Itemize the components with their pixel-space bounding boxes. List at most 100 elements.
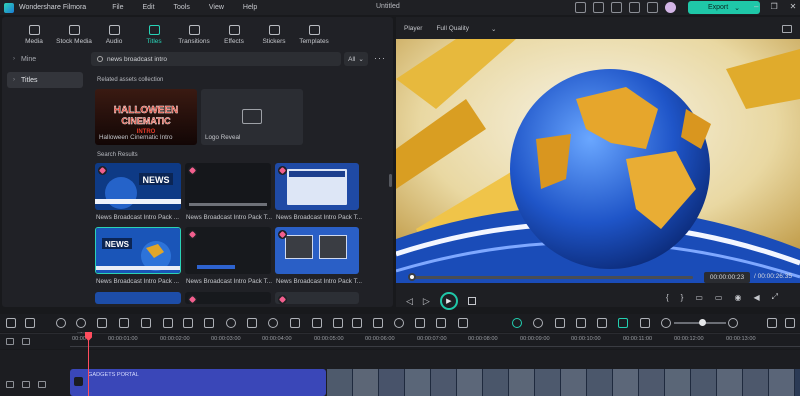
result-card-6[interactable] xyxy=(275,227,359,274)
library-scrollbar[interactable] xyxy=(389,174,392,187)
tab-audio[interactable]: Audio xyxy=(94,19,134,47)
result-card-3[interactable] xyxy=(275,163,359,210)
split-icon[interactable] xyxy=(436,318,446,328)
menu-tools[interactable]: Tools xyxy=(174,4,190,11)
tab-templates[interactable]: Templates xyxy=(294,19,334,47)
minimize-icon[interactable]: – xyxy=(754,2,758,11)
zoom-out-icon[interactable] xyxy=(661,318,671,328)
tab-titles[interactable]: Titles xyxy=(134,19,174,47)
tab-transitions[interactable]: Transitions xyxy=(174,19,214,47)
zoom-in-icon[interactable] xyxy=(728,318,738,328)
fullscreen-icon[interactable]: ⤢ xyxy=(772,292,778,302)
microphone-icon[interactable] xyxy=(576,318,586,328)
zoom-slider-handle[interactable] xyxy=(699,319,706,326)
result-card-1[interactable]: NEWS xyxy=(95,163,181,210)
image-placeholder-icon xyxy=(242,109,262,124)
related-card-halloween[interactable]: HALLOWEEN CINEMATIC INTRO Halloween Cine… xyxy=(95,89,197,145)
menu-file[interactable]: File xyxy=(112,4,123,11)
related-card-logo-reveal[interactable]: Logo Reveal xyxy=(201,89,303,145)
mark-out-icon[interactable]: } xyxy=(681,293,684,302)
playback-progress-handle[interactable] xyxy=(408,273,416,281)
fit-icon[interactable] xyxy=(312,318,322,328)
speed-icon[interactable] xyxy=(268,318,278,328)
tab-effects[interactable]: Effects xyxy=(214,19,254,47)
menu-help[interactable]: Help xyxy=(243,4,257,11)
select-arrow-icon[interactable] xyxy=(25,318,35,328)
delete-icon[interactable] xyxy=(97,318,107,328)
stabilize-icon[interactable] xyxy=(352,318,362,328)
mark-in-icon[interactable]: { xyxy=(666,293,669,302)
grid-view-icon[interactable] xyxy=(767,318,777,328)
text-icon[interactable] xyxy=(183,318,193,328)
render-icon[interactable] xyxy=(415,318,425,328)
tab-stock-media[interactable]: Stock Media xyxy=(54,19,94,47)
ai-icon[interactable] xyxy=(373,318,383,328)
tab-stickers[interactable]: Stickers xyxy=(254,19,294,47)
shield-icon[interactable] xyxy=(555,318,565,328)
close-icon[interactable]: ✕ xyxy=(790,2,797,11)
result-card-8[interactable] xyxy=(185,292,271,304)
sidebar-item-mine[interactable]: › Mine xyxy=(7,51,83,67)
keyframe-icon[interactable] xyxy=(333,318,343,328)
snap-icon[interactable] xyxy=(618,318,628,328)
eye-icon[interactable] xyxy=(38,381,46,388)
auto-ripple-icon[interactable] xyxy=(512,318,522,328)
cloud-icon[interactable] xyxy=(611,2,622,13)
export-button[interactable]: Export ⌄ xyxy=(688,1,760,14)
result-card-5[interactable] xyxy=(185,227,271,274)
menu-edit[interactable]: Edit xyxy=(142,4,154,11)
play-range-icon[interactable] xyxy=(533,318,543,328)
gift-icon[interactable] xyxy=(629,2,640,13)
video-clip[interactable] xyxy=(327,369,800,396)
avatar[interactable] xyxy=(665,2,676,13)
transform-icon[interactable] xyxy=(163,318,173,328)
search-box[interactable] xyxy=(91,52,341,66)
scissors-icon[interactable] xyxy=(119,318,129,328)
menu-view[interactable]: View xyxy=(209,4,224,11)
snapshot-image-icon[interactable] xyxy=(782,25,792,33)
add-track-icon[interactable] xyxy=(6,338,14,345)
play-button[interactable]: ▶ xyxy=(439,292,458,310)
current-timecode[interactable]: 00:00:00:23 xyxy=(704,272,750,283)
volume-icon[interactable]: ◀ xyxy=(753,293,759,302)
search-input[interactable] xyxy=(107,55,307,63)
effects-icon[interactable] xyxy=(394,318,404,328)
crop-icon[interactable] xyxy=(141,318,151,328)
news-thumbnail: NEWS xyxy=(95,163,181,210)
lightbulb-icon[interactable] xyxy=(593,2,604,13)
result-card-9[interactable] xyxy=(275,292,359,304)
monitor-icon[interactable]: ▭ xyxy=(715,293,723,302)
lock-icon[interactable] xyxy=(22,381,30,388)
result-card-2[interactable] xyxy=(185,163,271,210)
mask-icon[interactable] xyxy=(290,318,300,328)
tab-media[interactable]: Media xyxy=(14,19,54,47)
layout-grid-icon[interactable] xyxy=(6,318,16,328)
sidebar-item-titles[interactable]: › Titles xyxy=(7,72,83,88)
step-back-icon[interactable]: ▷ xyxy=(423,296,430,307)
playhead[interactable] xyxy=(88,332,89,396)
link-icon[interactable] xyxy=(22,338,30,345)
result-card-4-selected[interactable]: NEWS xyxy=(95,227,181,274)
headset-icon[interactable] xyxy=(647,2,658,13)
filter-dropdown[interactable]: All ⌄ xyxy=(344,52,368,66)
more-tools-icon[interactable] xyxy=(458,318,468,328)
camera-icon[interactable]: ◉ xyxy=(734,293,741,302)
marker-icon[interactable] xyxy=(640,318,650,328)
previous-frame-icon[interactable]: ◁ xyxy=(406,296,413,307)
maximize-icon[interactable]: ❐ xyxy=(770,2,777,11)
text-tool-icon[interactable] xyxy=(204,318,214,328)
audio-icon[interactable] xyxy=(247,318,257,328)
title-clip[interactable]: GADGETS PORTAL xyxy=(70,369,326,396)
redo-icon[interactable] xyxy=(76,318,86,328)
playback-progress-track[interactable] xyxy=(410,276,693,279)
more-options-icon[interactable]: ··· xyxy=(374,53,386,63)
screen-icon[interactable] xyxy=(575,2,586,13)
result-card-7[interactable] xyxy=(95,292,181,304)
more-icon[interactable] xyxy=(785,318,795,328)
undo-icon[interactable] xyxy=(56,318,66,328)
audio-mix-icon[interactable] xyxy=(597,318,607,328)
display-settings-icon[interactable]: ▭ xyxy=(695,293,703,302)
quality-dropdown[interactable]: Full Quality ⌄ xyxy=(436,25,496,33)
stop-button[interactable] xyxy=(467,297,476,305)
color-icon[interactable] xyxy=(226,318,236,328)
